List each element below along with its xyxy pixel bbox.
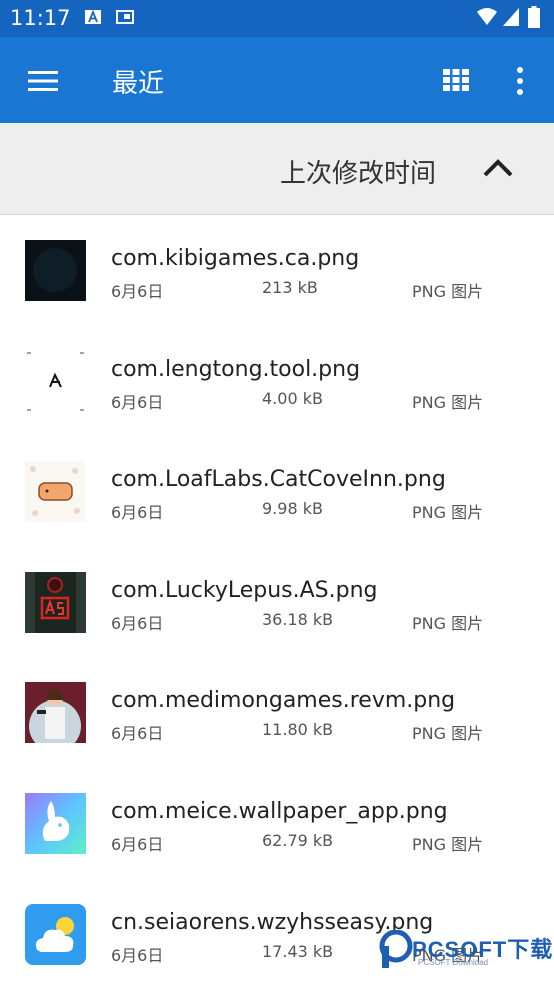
app-bar: 最近	[0, 37, 554, 123]
file-type: PNG 图片	[412, 613, 484, 633]
list-item[interactable]: com.kibigames.ca.png 6月6日 213 kB PNG 图片	[0, 215, 554, 326]
file-thumbnail	[25, 461, 86, 523]
status-time: 11:17	[10, 6, 71, 30]
battery-icon	[528, 6, 540, 28]
list-item[interactable]: com.LoafLabs.CatCoveInn.png 6月6日 9.98 kB…	[0, 436, 554, 547]
file-type: PNG 图片	[412, 282, 484, 301]
file-thumbnail	[25, 792, 86, 854]
keyboard-notification-icon	[85, 9, 101, 24]
file-date: 6月6日	[111, 282, 164, 301]
grid-view-icon[interactable]	[442, 67, 470, 93]
sort-bar[interactable]: 上次修改时间	[0, 123, 554, 215]
file-name: com.meice.wallpaper_app.png	[111, 798, 448, 824]
file-type: PNG 图片	[412, 724, 484, 744]
file-name: com.kibigames.ca.png	[111, 246, 360, 271]
menu-icon[interactable]	[26, 68, 60, 94]
page-title: 最近	[112, 69, 165, 99]
watermark-logo-icon	[379, 930, 413, 968]
file-type: PNG 图片	[412, 503, 484, 523]
file-list: com.kibigames.ca.png 6月6日 213 kB PNG 图片 …	[0, 215, 554, 989]
file-date: 6月6日	[111, 613, 164, 633]
file-thumbnail	[25, 903, 86, 965]
list-item[interactable]: com.medimongames.revm.png 6月6日 11.80 kB …	[0, 657, 554, 768]
file-date: 6月6日	[111, 834, 164, 854]
file-size: 9.98 kB	[262, 499, 323, 519]
file-thumbnail	[25, 350, 86, 412]
file-date: 6月6日	[111, 724, 164, 744]
list-item[interactable]: com.lengtong.tool.png 6月6日 4.00 kB PNG 图…	[0, 326, 554, 437]
file-thumbnail	[25, 571, 86, 633]
chevron-up-icon[interactable]	[480, 153, 516, 183]
watermark-subtext: PCSOFT Download	[418, 958, 489, 967]
file-size: 4.00 kB	[262, 388, 323, 408]
file-thumbnail	[25, 240, 86, 301]
watermark: PCSOFT下载 PCSOFT Download	[376, 926, 554, 984]
list-item[interactable]: com.LuckyLepus.AS.png 6月6日 36.18 kB PNG …	[0, 547, 554, 658]
file-name: com.medimongames.revm.png	[111, 688, 456, 714]
screen-notification-icon	[116, 10, 134, 24]
file-name: com.LoafLabs.CatCoveInn.png	[111, 467, 446, 493]
file-type: PNG 图片	[412, 392, 484, 412]
status-bar: 11:17	[0, 0, 554, 37]
file-thumbnail	[25, 682, 86, 744]
file-size: 17.43 kB	[262, 941, 334, 961]
file-date: 6月6日	[111, 392, 164, 412]
file-size: 213 kB	[262, 278, 318, 297]
more-options-icon[interactable]	[510, 65, 530, 97]
file-name: com.lengtong.tool.png	[111, 356, 361, 382]
wifi-icon	[477, 8, 497, 25]
list-item[interactable]: com.meice.wallpaper_app.png 6月6日 62.79 k…	[0, 768, 554, 879]
file-date: 6月6日	[111, 945, 164, 965]
file-date: 6月6日	[111, 503, 164, 523]
signal-icon	[503, 8, 519, 26]
file-size: 11.80 kB	[262, 720, 334, 740]
sort-label[interactable]: 上次修改时间	[280, 153, 436, 190]
file-size: 36.18 kB	[262, 609, 334, 629]
file-name: com.LuckyLepus.AS.png	[111, 577, 378, 603]
file-size: 62.79 kB	[262, 830, 334, 850]
file-type: PNG 图片	[412, 834, 484, 854]
